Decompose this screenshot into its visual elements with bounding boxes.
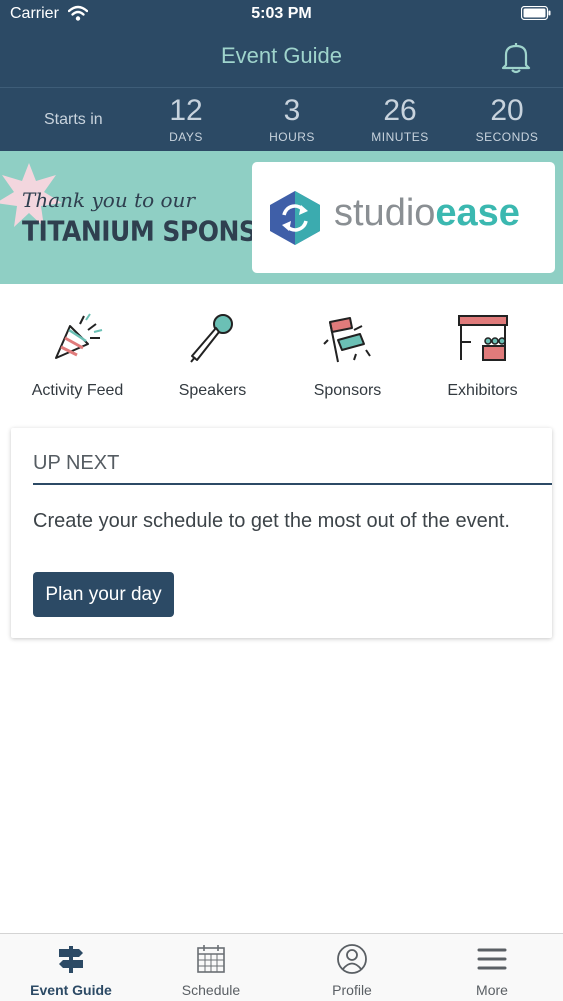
profile-icon bbox=[337, 944, 367, 974]
sponsor-logo-text-regular: studio bbox=[334, 192, 436, 234]
battery-icon bbox=[521, 6, 551, 20]
party-popper-icon bbox=[54, 313, 102, 359]
countdown-hours: 3 HOURS bbox=[247, 93, 337, 144]
tab-label: Schedule bbox=[181, 982, 241, 998]
quick-link-label: Activity Feed bbox=[31, 382, 124, 399]
navigation-bar: Event Guide bbox=[0, 30, 563, 85]
tab-label: Profile bbox=[332, 982, 372, 998]
sponsor-logo-text-bold: ease bbox=[435, 192, 520, 234]
signpost-icon bbox=[59, 946, 83, 973]
tab-label: Event Guide bbox=[30, 982, 112, 998]
plan-your-day-button[interactable]: Plan your day bbox=[33, 572, 174, 617]
up-next-card: UP NEXT Create your schedule to get the … bbox=[11, 428, 552, 638]
tab-bar: Event Guide Schedule Profile More bbox=[0, 933, 563, 1001]
quick-link-label: Speakers bbox=[178, 382, 247, 399]
booth-icon bbox=[457, 315, 508, 361]
page-title: Event Guide bbox=[220, 43, 343, 68]
notification-bell-icon[interactable] bbox=[497, 38, 535, 76]
countdown-days: 12 DAYS bbox=[141, 93, 231, 144]
studioease-logo-icon bbox=[270, 191, 320, 245]
sponsor-logo-text: studioease bbox=[334, 192, 520, 235]
quick-link-activity-feed[interactable]: Activity Feed bbox=[10, 300, 145, 400]
status-bar: Carrier 5:03 PM bbox=[0, 0, 563, 30]
sponsor-thanks-text: Thank you to our bbox=[22, 188, 195, 212]
menu-icon bbox=[477, 948, 507, 970]
quick-link-label: Sponsors bbox=[313, 382, 382, 399]
countdown-minutes: 26 MINUTES bbox=[355, 93, 445, 144]
tab-event-guide[interactable]: Event Guide bbox=[1, 934, 141, 998]
quick-link-sponsors[interactable]: Sponsors bbox=[280, 300, 415, 400]
tab-profile[interactable]: Profile bbox=[282, 934, 422, 998]
countdown-days-unit: DAYS bbox=[169, 130, 203, 144]
countdown-hours-value: 3 bbox=[283, 94, 301, 127]
app-header: Carrier 5:03 PM Event Guide Starts in 12… bbox=[0, 0, 563, 151]
tab-more[interactable]: More bbox=[422, 934, 562, 998]
pennant-flags-icon bbox=[322, 317, 371, 363]
up-next-message: Create your schedule to get the most out… bbox=[33, 510, 510, 532]
event-countdown: Starts in 12 DAYS 3 HOURS 26 MINUTES 20 … bbox=[0, 87, 563, 152]
up-next-divider bbox=[33, 483, 552, 485]
sponsor-banner[interactable]: Thank you to our TITANIUM SPONSOR studio… bbox=[0, 151, 563, 284]
calendar-icon bbox=[197, 945, 225, 973]
countdown-seconds: 20 SECONDS bbox=[462, 93, 552, 144]
status-time: 5:03 PM bbox=[251, 5, 312, 22]
microphone-icon bbox=[189, 314, 233, 363]
countdown-label: Starts in bbox=[44, 111, 103, 128]
tab-label: More bbox=[476, 982, 508, 998]
countdown-seconds-value: 20 bbox=[490, 94, 524, 127]
countdown-minutes-unit: MINUTES bbox=[371, 130, 429, 144]
sponsor-logo-card[interactable]: studioease bbox=[252, 162, 555, 273]
countdown-days-value: 12 bbox=[169, 94, 203, 127]
quick-links: Activity Feed Speakers Sponsors Exhibito… bbox=[0, 300, 563, 410]
countdown-hours-unit: HOURS bbox=[269, 130, 315, 144]
quick-link-speakers[interactable]: Speakers bbox=[145, 300, 280, 400]
quick-link-exhibitors[interactable]: Exhibitors bbox=[415, 300, 550, 400]
tab-schedule[interactable]: Schedule bbox=[141, 934, 281, 998]
up-next-title: UP NEXT bbox=[33, 452, 120, 474]
quick-link-label: Exhibitors bbox=[447, 382, 518, 399]
countdown-minutes-value: 26 bbox=[383, 94, 417, 127]
countdown-seconds-unit: SECONDS bbox=[475, 130, 539, 144]
